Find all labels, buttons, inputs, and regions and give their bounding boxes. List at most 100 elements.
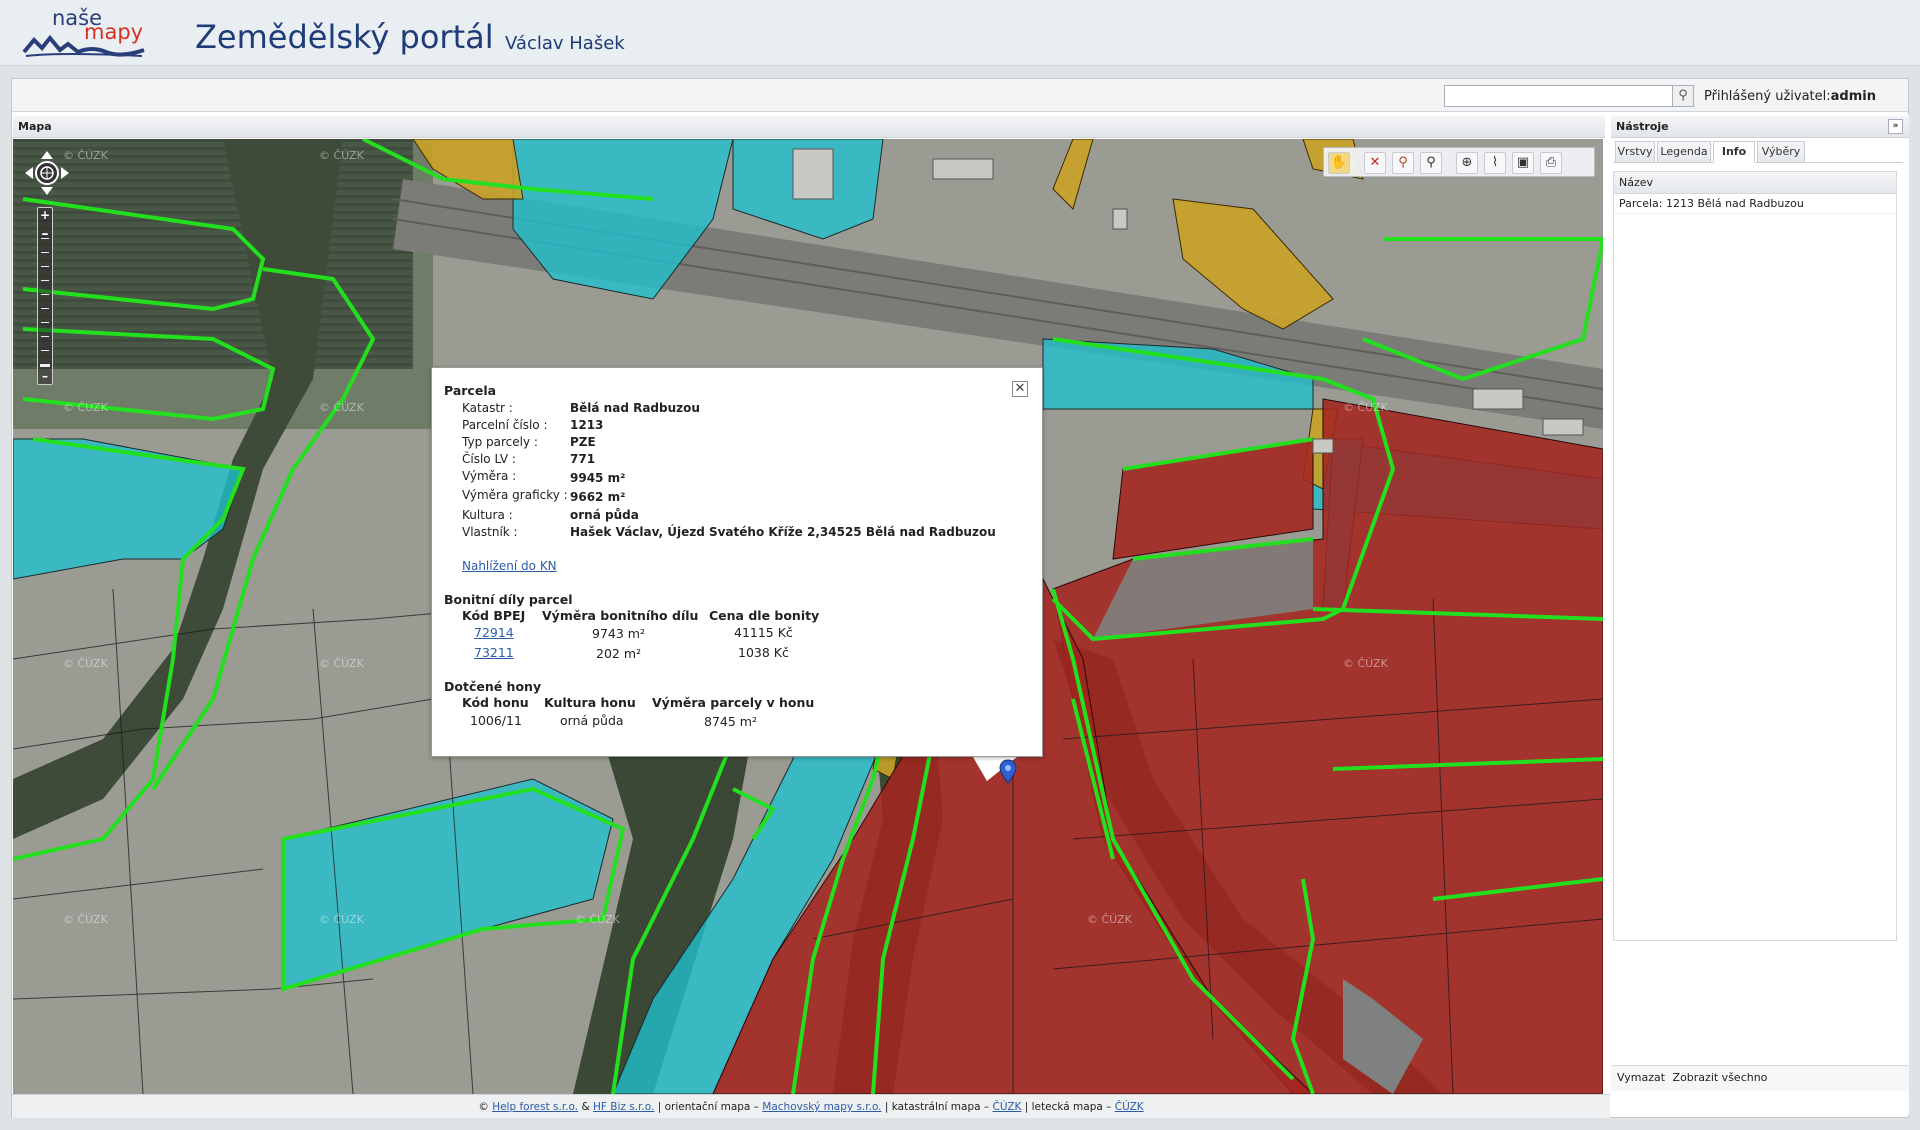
tab-legenda[interactable]: Legenda (1657, 141, 1711, 163)
measure-area-icon[interactable]: ⌇ (1484, 152, 1506, 174)
hony-cell: 8745 m² (704, 714, 757, 729)
footer-link-cuzk[interactable]: ČÚZK (993, 1101, 1022, 1113)
grid-header-nazev[interactable]: Název (1614, 172, 1896, 194)
footer-text: © (478, 1101, 489, 1113)
footer-link-hfbiz[interactable]: HF Biz s.r.o. (593, 1101, 654, 1113)
measure-perimeter-icon[interactable]: ▣ (1512, 152, 1534, 174)
show-all-button[interactable]: Zobrazit všechno (1673, 1071, 1768, 1084)
map-footer: © Help forest s.r.o. & HF Biz s.r.o. | o… (12, 1094, 1610, 1118)
hony-header: Výměra parcely v honu (652, 695, 815, 710)
collapse-panel-icon[interactable]: » (1888, 119, 1903, 134)
footer-link-machovsky[interactable]: Machovský mapy s.r.o. (762, 1101, 881, 1113)
tab-vybery[interactable]: Výběry (1757, 141, 1805, 163)
field-row: Parcelní číslo : 1213 (462, 418, 603, 432)
map-panel-title: Mapa (18, 120, 52, 133)
delete-icon[interactable]: ✕ (1364, 152, 1386, 174)
parcel-info-popup: ✕ Parcela Katastr : Bělá nad Radbuzou Par… (431, 367, 1043, 757)
bonity-header: Výměra bonitního dílu (542, 608, 699, 623)
zoom-slider[interactable]: + – – (37, 207, 53, 385)
footer-text: | katastrální mapa – (884, 1101, 990, 1113)
field-label: Výměra graficky : (462, 488, 568, 502)
map-watermark: © ČÚZK (1343, 401, 1388, 414)
zoom-tick (41, 336, 49, 337)
tab-info[interactable]: Info (1713, 141, 1755, 163)
bonity-title: Bonitní díly parcel (444, 592, 573, 607)
zoom-in-icon[interactable]: + (39, 209, 51, 221)
field-row: Vlastník : Hašek Václav, Újezd Svatého Kř… (462, 525, 996, 539)
field-label: Typ parcely : (462, 435, 538, 449)
field-label: Katastr : (462, 401, 513, 415)
search-input[interactable] (1444, 85, 1674, 107)
map-watermark: © ČÚZK (319, 401, 364, 414)
login-label: Přihlášený uživatel: (1704, 89, 1831, 104)
field-row: Kultura : orná půda (462, 508, 639, 522)
info-grid: Název Parcela: 1213 Bělá nad Radbuzou (1613, 171, 1897, 941)
login-info: Přihlášený uživatel:admin (1704, 89, 1876, 104)
field-label: Parcelní číslo : (462, 418, 548, 432)
hony-title: Dotčené hony (444, 679, 542, 694)
close-icon[interactable]: ✕ (1012, 381, 1028, 397)
field-label: Výměra : (462, 469, 517, 483)
bonity-header: Cena dle bonity (709, 608, 820, 623)
zoom-tick (41, 308, 49, 309)
map-watermark: © ČÚZK (63, 401, 108, 414)
footer-text: & (581, 1101, 590, 1113)
field-label: Vlastník : (462, 525, 518, 539)
field-label: Číslo LV : (462, 452, 516, 466)
zoom-tick (41, 294, 49, 295)
tab-vrstvy[interactable]: Vrstvy (1615, 141, 1655, 163)
field-row: Výměra graficky :9662 m² (462, 488, 625, 504)
field-row: Katastr : Bělá nad Radbuzou (462, 401, 700, 415)
field-label: Kultura : (462, 508, 513, 522)
app-title: Zemědělský portál (195, 18, 494, 56)
footer-link-helpforest[interactable]: Help forest s.r.o. (492, 1101, 578, 1113)
map-canvas[interactable]: © ČÚZK © ČÚZK © ČÚZK © ČÚZK © ČÚZK © ČÚZ… (13, 139, 1603, 1094)
pan-control[interactable] (25, 151, 69, 195)
pan-arrows-icon (25, 151, 69, 195)
login-user: admin (1830, 89, 1876, 104)
kn-link[interactable]: Nahlížení do KN (462, 559, 557, 573)
print-icon[interactable]: ⎙ (1540, 152, 1562, 174)
bpej-link[interactable]: 72914 (474, 625, 514, 640)
pan-hand-icon[interactable]: ✋ (1328, 152, 1350, 174)
search-icon: ⚲ (1678, 88, 1688, 103)
map-watermark: © ČÚZK (63, 149, 108, 162)
location-pin-icon[interactable] (998, 759, 1018, 785)
zoom-out-icon[interactable]: ⚲ (1420, 152, 1442, 174)
logo-mountains-icon (22, 34, 145, 57)
zoom-tick (41, 322, 49, 323)
clear-button[interactable]: Vymazat (1617, 1071, 1665, 1084)
zoom-handle[interactable] (40, 364, 50, 367)
field-value: PZE (570, 435, 596, 449)
app-header: naše mapy Zemědělský portál Václav Hašek (0, 0, 1920, 66)
field-value: 9945 m² (570, 471, 626, 485)
tools-tabs: Vrstvy Legenda Info Výběry (1613, 139, 1903, 163)
map-watermark: © ČÚZK (1343, 657, 1388, 670)
list-item[interactable]: Parcela: 1213 Bělá nad Radbuzou (1614, 194, 1896, 214)
map-watermark: © ČÚZK (319, 657, 364, 670)
zoom-out-icon[interactable]: – (39, 370, 51, 382)
bonity-cell: 202 m² (596, 646, 642, 661)
nase-mapy-logo[interactable]: naše mapy (22, 6, 152, 58)
tools-panel-title: Nástroje (1616, 120, 1669, 133)
field-value: 9662 m² (570, 490, 626, 504)
search-button[interactable]: ⚲ (1672, 85, 1694, 107)
map-watermark: © ČÚZK (1087, 913, 1132, 926)
field-value: 1213 (570, 418, 604, 432)
footer-link-cuzk[interactable]: ČÚZK (1115, 1101, 1144, 1113)
top-bar: ⚲ Přihlášený uživatel:admin (12, 79, 1908, 112)
map-watermark: © ČÚZK (63, 913, 108, 926)
bpej-link[interactable]: 73211 (474, 645, 514, 660)
field-value: 771 (570, 452, 596, 466)
zoom-box-icon[interactable]: ⚲ (1392, 152, 1414, 174)
hony-cell: orná půda (560, 713, 624, 728)
field-value: Hašek Václav, Újezd Svatého Kříže 2,3452… (570, 525, 996, 539)
field-value: orná půda (570, 508, 639, 522)
map-watermark: © ČÚZK (575, 913, 620, 926)
field-row: Typ parcely : PZE (462, 435, 596, 449)
main-frame: ⚲ Přihlášený uživatel:admin Mapa © ČÚZK … (11, 78, 1909, 1118)
bonity-cell: 41115 Kč (734, 625, 793, 640)
footer-text: | letecká mapa – (1024, 1101, 1112, 1113)
map-watermark: © ČÚZK (63, 657, 108, 670)
measure-length-icon[interactable]: ⊕ (1456, 152, 1478, 174)
